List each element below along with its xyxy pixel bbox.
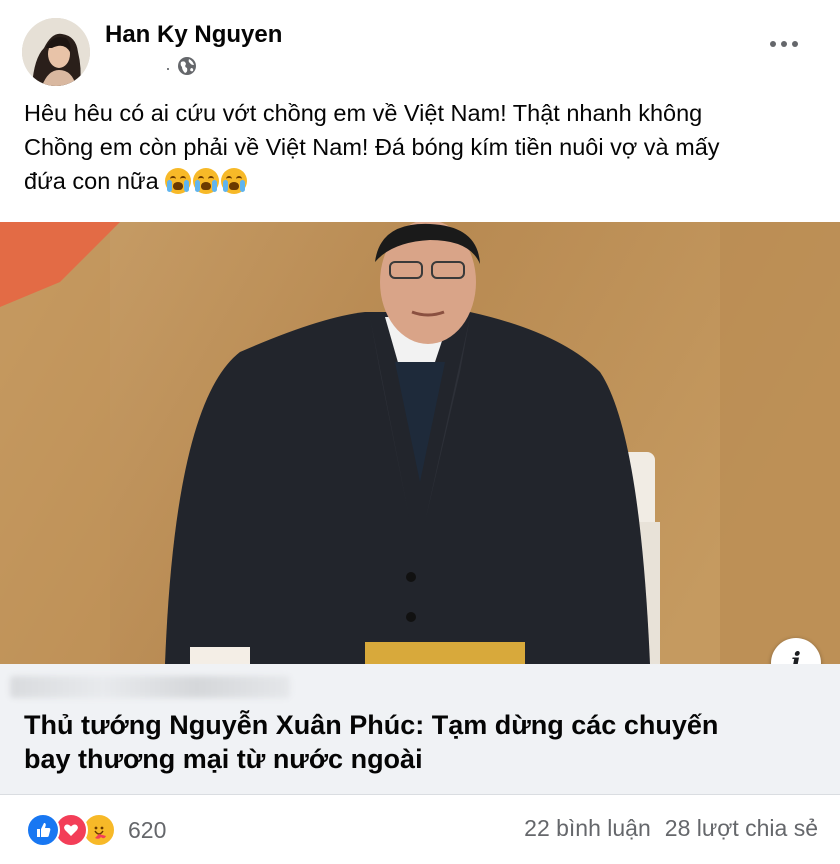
crying-face-icon: [193, 168, 220, 194]
comments-count-link[interactable]: 22 bình luận: [524, 815, 651, 842]
like-icon: [26, 813, 60, 847]
more-options-icon[interactable]: [768, 32, 800, 56]
post-header: Han Ky Nguyen ·: [0, 0, 840, 100]
link-domain-blurred: [10, 676, 290, 698]
post-meta: ·: [165, 56, 197, 80]
globe-icon[interactable]: [177, 56, 197, 81]
engagement-stats: 22 bình luận 28 lượt chia sẻ: [524, 815, 818, 842]
post-text-line-content: đứa con nữa: [24, 168, 159, 194]
crying-face-icon: [221, 168, 248, 194]
link-title-line: Thủ tướng Nguyễn Xuân Phúc: Tạm dừng các…: [24, 710, 719, 740]
post-text-line: Hêu hêu có ai cứu vớt chồng em về Việt N…: [24, 100, 703, 126]
shares-count-link[interactable]: 28 lượt chia sẻ: [665, 815, 818, 842]
post-footer: 620 22 bình luận 28 lượt chia sẻ: [0, 795, 840, 864]
crying-face-icon: [165, 168, 192, 194]
reaction-summary[interactable]: 620: [26, 813, 166, 847]
link-title-line: bay thương mại từ nước ngoài: [24, 744, 423, 774]
link-preview-image[interactable]: [0, 222, 840, 664]
reaction-count: 620: [128, 816, 167, 843]
post-text-line: đứa con nữa: [24, 164, 824, 198]
meta-separator: ·: [165, 57, 171, 78]
author-name[interactable]: Han Ky Nguyen: [105, 21, 282, 49]
link-preview-card[interactable]: Thủ tướng Nguyễn Xuân Phúc: Tạm dừng các…: [0, 664, 840, 795]
post-text: Hêu hêu có ai cứu vớt chồng em về Việt N…: [24, 96, 824, 198]
link-title[interactable]: Thủ tướng Nguyễn Xuân Phúc: Tạm dừng các…: [24, 708, 814, 776]
post-text-line: Chồng em còn phải về Việt Nam! Đá bóng k…: [24, 134, 720, 160]
author-avatar[interactable]: [22, 18, 90, 86]
